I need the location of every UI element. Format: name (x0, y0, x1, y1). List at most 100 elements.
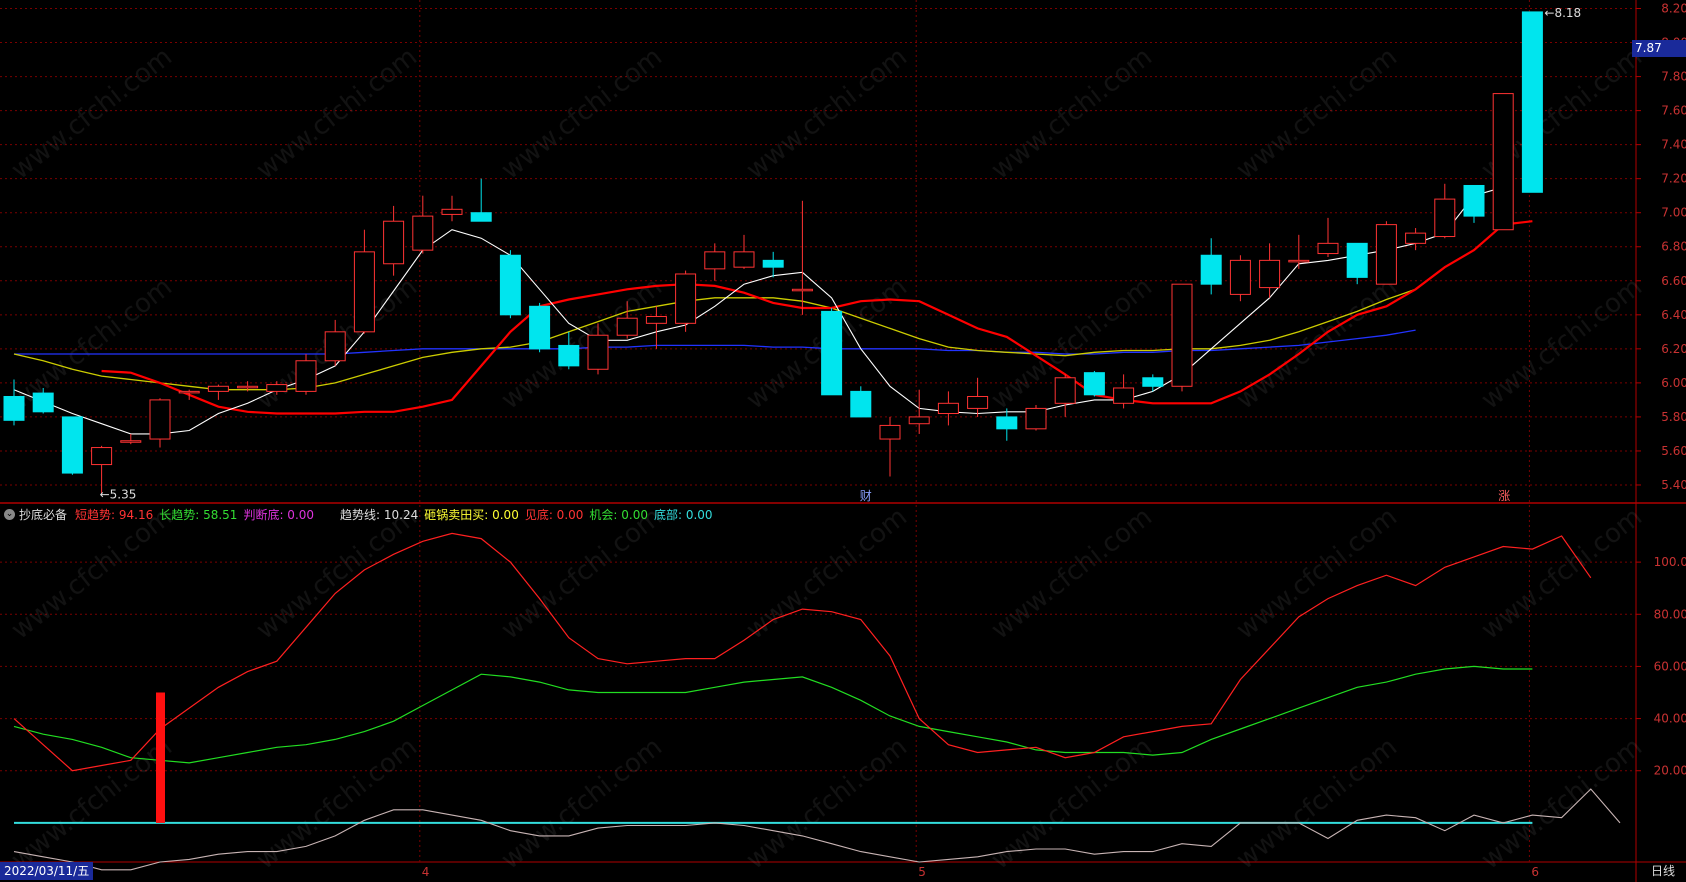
candle-body-up (1171, 283, 1193, 387)
candlestick-series[interactable] (3, 11, 1543, 494)
candle-body-up (1259, 259, 1281, 289)
candle-body-down (1521, 11, 1543, 193)
watermark-text: www.cfchi.com (1231, 42, 1403, 186)
candle-body-down (470, 212, 492, 222)
watermark-text: www.cfchi.com (6, 42, 178, 186)
watermark-text: www.cfchi.com (1476, 272, 1648, 416)
price-tick-label: 5.80 (1661, 410, 1686, 424)
candle-body-up (383, 220, 405, 265)
ma20-line (13, 288, 1416, 391)
watermark-text: www.cfchi.com (6, 732, 178, 876)
price-tick-label: 6.80 (1661, 240, 1686, 254)
candle-body-up (178, 390, 200, 394)
watermark-text: www.cfchi.com (6, 502, 178, 646)
indicator-tick-label: 100.0 (1654, 555, 1686, 569)
collapse-circle-icon[interactable]: ⌄ (4, 508, 15, 520)
month-label: 4 (422, 865, 430, 879)
watermark-text: www.cfchi.com (1476, 732, 1648, 876)
price-tick-label: 6.60 (1661, 274, 1686, 288)
stock-chart[interactable]: www.cfchi.com www.cfchi.com www.cfchi.com w… (0, 0, 1686, 882)
indicator-value-0: 短趋势: 94.16 (75, 507, 154, 522)
watermark-text: www.cfchi.com (6, 272, 178, 416)
indicator-header: ⌄ 抄底必备 短趋势: 94.16 长趋势: 58.51 判断底: 0.00 趋势线:… (0, 505, 719, 523)
crosshair-date-label: 2022/03/11/五 (0, 862, 94, 880)
candle-body-down (1142, 377, 1164, 387)
indicator-value-6: 机会: 0.00 (589, 507, 648, 522)
candle-body-down (3, 395, 25, 421)
candle-body-down (850, 390, 872, 418)
candle-body-up (120, 440, 142, 443)
candle-body-up (1317, 242, 1339, 255)
candle-body-up (675, 273, 697, 324)
candle-body-up (149, 399, 171, 440)
candle-body-up (412, 215, 434, 251)
watermark-text: www.cfchi.com (741, 42, 913, 186)
candle-body-down (996, 416, 1018, 430)
indicator-value-3: 趋势线: 10.24 (340, 507, 419, 522)
month-label: 5 (918, 865, 926, 879)
candle-body-up (1434, 198, 1456, 238)
low-price-label: ←5.35 (100, 487, 137, 501)
price-tick-label: 6.40 (1661, 308, 1686, 322)
indicator-tick-label: 80.00 (1654, 607, 1686, 621)
price-tick-label: 7.80 (1661, 70, 1686, 84)
candle-body-down (529, 305, 551, 350)
candle-body-up (704, 251, 726, 270)
candle-body-down (32, 392, 54, 413)
candle-body-up (1054, 377, 1076, 404)
limit-up-marker: 涨 (1498, 488, 1510, 503)
candle-body-up (91, 447, 113, 466)
candle-body-up (207, 385, 229, 392)
indicator-tick-label: 20.00 (1654, 764, 1686, 778)
watermark-text: www.cfchi.com (1231, 502, 1403, 646)
indicator-tick-label: 60.00 (1654, 659, 1686, 673)
price-tick-label: 6.20 (1661, 342, 1686, 356)
candle-body-up (1229, 259, 1251, 295)
signal-bar (156, 692, 165, 823)
watermark-text: www.cfchi.com (986, 502, 1158, 646)
candle-body-up (1492, 93, 1514, 231)
candle-body-up (791, 288, 813, 292)
price-tick-label: 8.20 (1661, 2, 1686, 16)
candle-body-down (821, 310, 843, 396)
watermark-text: www.cfchi.com (741, 732, 913, 876)
period-label[interactable]: 日线 (1640, 862, 1686, 880)
short-trend-line (13, 532, 1592, 772)
candle-body-down (1346, 242, 1368, 278)
candle-body-up (587, 334, 609, 370)
candle-body-up (1025, 407, 1047, 430)
high-price-label: ←8.18 (1544, 6, 1581, 20)
price-tick-label: 7.40 (1661, 138, 1686, 152)
candle-body-up (266, 384, 288, 392)
watermark-text: www.cfchi.com (496, 272, 668, 416)
watermark-text: www.cfchi.com (251, 42, 423, 186)
candle-body-up (295, 360, 317, 392)
candle-body-down (558, 344, 580, 367)
candle-body-down (1083, 372, 1105, 396)
watermark-text: www.cfchi.com (251, 502, 423, 646)
price-tick-label: 5.60 (1661, 444, 1686, 458)
candle-body-up (1405, 232, 1427, 244)
candle-body-up (353, 251, 375, 333)
candle-body-up (937, 402, 959, 415)
indicator-value-7: 底部: 0.00 (653, 507, 713, 522)
price-tick-label: 7.00 (1661, 206, 1686, 220)
candle-body-down (1200, 254, 1222, 285)
candle-body-up (616, 317, 638, 336)
candle-body-up (967, 395, 989, 409)
indicator-value-1: 长趋势: 58.51 (159, 507, 238, 522)
indicator-value-5: 见底: 0.00 (524, 507, 584, 522)
candle-body-up (237, 385, 259, 389)
indicator-value-4: 砸锅卖田买: 0.00 (424, 507, 519, 522)
candle-body-up (1288, 259, 1310, 263)
watermark-text: www.cfchi.com (496, 42, 668, 186)
candle-body-up (324, 331, 346, 362)
watermark-text: www.cfchi.com (1231, 732, 1403, 876)
indicator-value-2: 判断底: 0.00 (243, 507, 315, 522)
indicator-name[interactable]: 抄底必备 (19, 506, 67, 523)
price-tick-label: 7.60 (1661, 104, 1686, 118)
candle-body-down (762, 259, 784, 268)
watermark-text: www.cfchi.com (986, 42, 1158, 186)
candle-body-up (733, 251, 755, 268)
candle-body-up (441, 208, 463, 215)
